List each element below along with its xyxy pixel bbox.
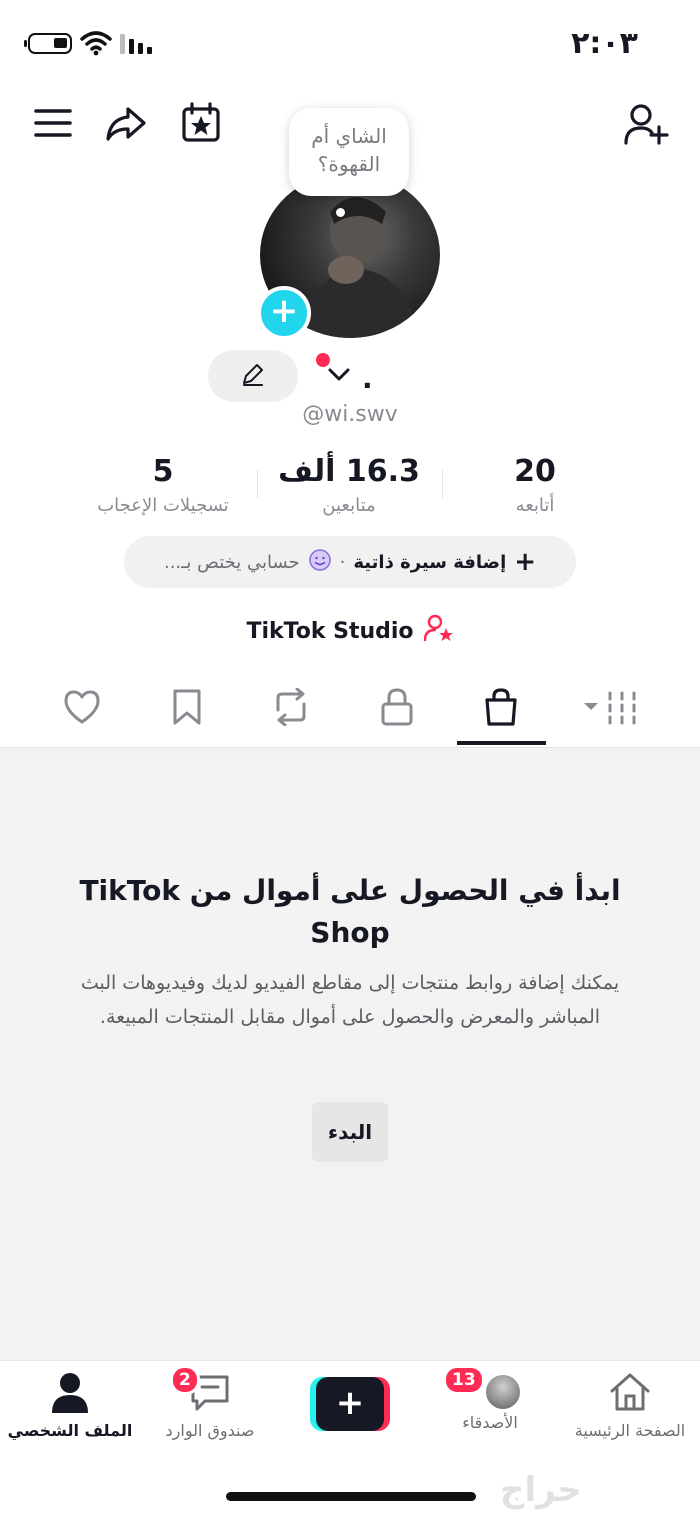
home-indicator [226,1492,476,1501]
tab-reposts[interactable] [261,684,321,734]
watermark: حراج [500,1470,582,1510]
add-bio-label: إضافة سيرة ذاتية [353,551,507,573]
profile-tabs [0,672,700,748]
following-label: أتابعه [515,495,555,516]
pencil-icon [240,361,266,391]
get-started-button[interactable]: البدء [312,1102,388,1162]
nav-inbox[interactable]: صندوق الوارد [140,1371,280,1440]
friend-avatar [486,1375,520,1409]
likes-label: تسجيلات الإعجاب [97,495,229,516]
nav-friends[interactable]: الأصدقاء [420,1371,560,1432]
likes-count: 5 [152,454,174,489]
plus-icon: + [514,547,537,577]
followers-count: 16.3 ألف [278,454,420,489]
grid-dropdown-icon [582,689,642,729]
add-friend-icon[interactable] [622,100,670,148]
note-bubble-tail [336,208,345,217]
heart-icon [62,689,102,729]
followers-stat[interactable]: 16.3 ألف متابعين [244,454,454,516]
nav-home-label: الصفحة الرئيسية [574,1421,686,1440]
nav-profile-label: الملف الشخصي [7,1421,133,1440]
shop-empty-state [0,748,700,1360]
nav-home[interactable]: الصفحة الرئيسية [560,1371,700,1440]
tab-shop[interactable] [471,684,531,734]
status-time: ٢:٠٣ [571,26,638,61]
create-button[interactable]: + [310,1377,390,1431]
display-name[interactable]: . [362,362,373,395]
person-star-icon [423,614,454,648]
followers-label: متابعين [322,495,376,516]
following-stat[interactable]: 20 أتابعه [430,454,640,516]
active-tab-indicator [457,741,546,745]
note-bubble[interactable]: الشاي أم القهوة؟ [289,108,409,196]
empty-state-title: ابدأ في الحصول على أموال من TikTok Shop [79,874,621,949]
nav-friends-label: الأصدقاء [462,1413,518,1432]
repost-icon [270,687,312,730]
tab-liked[interactable] [52,684,112,734]
bio-separator: · [339,551,346,573]
battery-icon [24,33,72,54]
tab-favorites[interactable] [157,684,217,734]
shopping-bag-icon [483,687,519,731]
following-count: 20 [514,454,556,489]
add-story-button[interactable]: + [257,286,311,340]
signal-icon [120,34,154,54]
studio-label: TikTok Studio [246,618,414,644]
tab-private[interactable] [367,684,427,734]
profile-icon [50,1373,90,1417]
calendar-star-icon[interactable] [177,99,225,147]
tiktok-studio-link[interactable]: TikTok Studio [0,614,700,648]
friends-badge: 13 [443,1365,485,1395]
plus-icon: + [316,1377,384,1431]
tab-videos-grid[interactable] [580,684,644,734]
inbox-icon [189,1375,231,1417]
username: @wi.swv [302,402,398,427]
smiley-icon [308,548,332,577]
bio-hint: حسابي يختص بـ... [163,551,300,573]
home-icon [608,1373,652,1417]
add-bio-button[interactable]: + إضافة سيرة ذاتية · حسابي يختص بـ... [124,536,576,588]
edit-profile-button[interactable] [208,350,298,402]
wifi-icon [80,30,112,60]
share-icon[interactable] [102,100,150,148]
nav-inbox-label: صندوق الوارد [165,1421,255,1440]
bookmark-icon [171,688,203,730]
chevron-down-icon[interactable] [326,364,352,388]
likes-stat[interactable]: 5 تسجيلات الإعجاب [58,454,268,516]
nav-profile[interactable]: الملف الشخصي [0,1371,140,1440]
lock-icon [380,687,414,731]
empty-state-body: يمكنك إضافة روابط منتجات إلى مقاطع الفيد… [80,972,620,1028]
menu-icon[interactable] [29,99,77,147]
inbox-badge: 2 [170,1365,200,1395]
